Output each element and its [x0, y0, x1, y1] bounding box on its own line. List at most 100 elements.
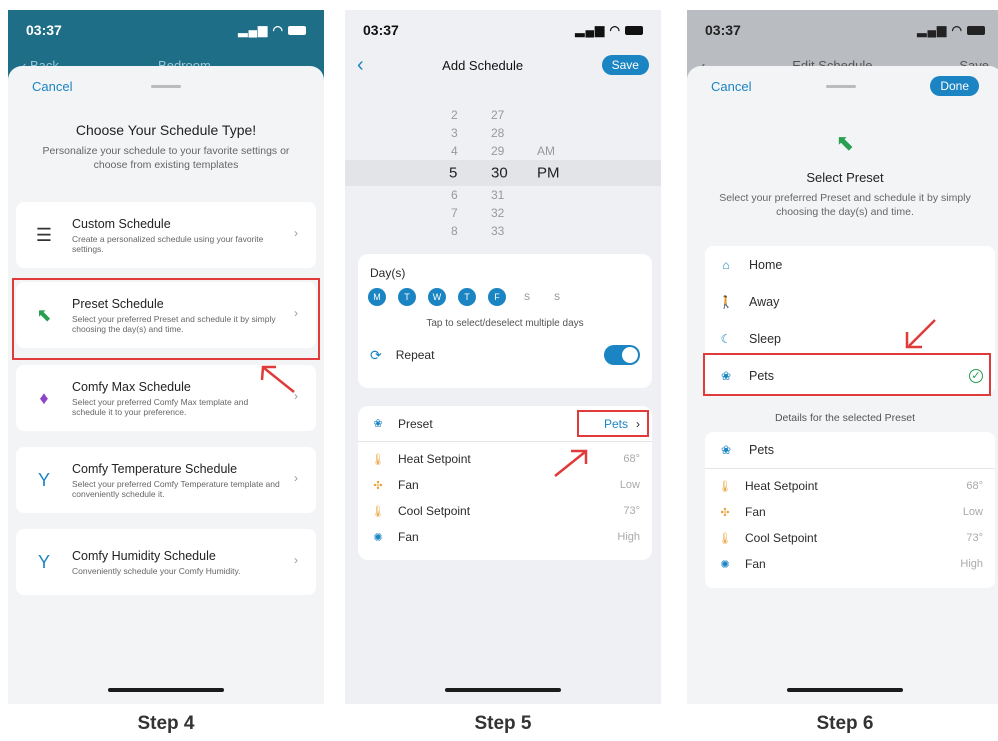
sheet-grabber[interactable]: [825, 84, 856, 88]
day-toggle[interactable]: F: [488, 288, 506, 306]
preset-label: Preset: [398, 416, 433, 431]
page-title: Select Preset: [806, 170, 884, 185]
chevron-right-icon: ›: [294, 471, 298, 485]
day-toggle[interactable]: S: [518, 288, 536, 306]
preset-option-home[interactable]: ⌂ Home: [705, 246, 995, 283]
setting-row: ✣ Fan Low: [358, 472, 652, 498]
step-caption: Step 6: [816, 713, 874, 734]
preset-arrow-icon: ⬉: [835, 130, 855, 155]
fan-icon: ✣: [720, 506, 730, 519]
comfy-humidity-schedule-card[interactable]: Y Comfy Humidity Schedule Conveniently sc…: [16, 529, 316, 595]
back-chevron-icon[interactable]: ‹: [357, 54, 364, 77]
preset-label: Home: [749, 257, 783, 272]
picker-hour: 8: [451, 224, 458, 238]
paw-icon: ❀: [720, 443, 732, 457]
preset-option-sleep[interactable]: ☾ Sleep: [705, 320, 995, 357]
picker-minute: 27: [491, 108, 505, 122]
status-bar: 03:37 ▂▄▆ ◠: [8, 10, 324, 50]
time-picker[interactable]: 2 27 3 28 4 29 AM 5 30 PM 6 31 7 32 8 33: [345, 106, 661, 240]
setting-label: Heat Setpoint: [745, 479, 818, 493]
picker-row[interactable]: 7 32: [345, 204, 661, 222]
picker-row[interactable]: 2 27: [345, 106, 661, 124]
page-subtitle: Personalize your schedule to your favori…: [42, 145, 290, 171]
setting-label: Fan: [398, 478, 419, 492]
setting-row: ✺ Fan High: [705, 551, 995, 577]
page-title: Add Schedule: [442, 57, 524, 73]
clock: 03:37: [363, 22, 399, 38]
page-title: Choose Your Schedule Type!: [75, 122, 257, 138]
picker-ampm: PM: [537, 164, 560, 182]
picker-hour: 5: [449, 164, 458, 182]
days-hint: Tap to select/deselect multiple days: [426, 318, 584, 329]
picker-hour: 7: [451, 206, 458, 220]
fan-icon: ✺: [373, 531, 383, 544]
chevron-right-icon: ›: [294, 553, 298, 567]
clock: 03:37: [705, 22, 741, 38]
save-button[interactable]: Save: [601, 55, 649, 75]
step-caption: Step 4: [137, 713, 195, 734]
picker-row[interactable]: 5 30 PM: [345, 160, 661, 186]
repeat-toggle[interactable]: [604, 345, 640, 365]
highlight-box: [12, 278, 320, 360]
card-title: Comfy Temperature Schedule: [72, 461, 238, 476]
setting-label: Fan: [398, 530, 419, 544]
card-title: Custom Schedule: [72, 216, 171, 231]
signal-wifi-battery-icon: ▂▄▆ ◠: [575, 23, 643, 37]
comfy-figure-icon: ♦: [39, 387, 49, 408]
days-label: Day(s): [370, 266, 406, 280]
setting-label: Cool Setpoint: [398, 504, 471, 518]
setting-row: 🌡 Cool Setpoint 73°: [705, 525, 995, 551]
day-toggle[interactable]: M: [368, 288, 386, 306]
custom-schedule-card[interactable]: ☰ Custom Schedule Create a personalized s…: [16, 202, 316, 268]
day-toggle[interactable]: T: [398, 288, 416, 306]
card-desc: Conveniently schedule your Comfy Humidit…: [72, 565, 241, 576]
setting-value: Low: [619, 479, 640, 491]
picker-row[interactable]: 4 29 AM: [345, 142, 661, 160]
red-arrow-annotation: [260, 365, 295, 393]
day-toggle[interactable]: S: [548, 288, 566, 306]
details-card: ❀ Pets 🌡 Heat Setpoint 68° ✣ Fan Low 🌡 Cool Set…: [705, 432, 995, 588]
preset-option-away[interactable]: 🚶 Away: [705, 283, 995, 320]
picker-row[interactable]: 3 28: [345, 124, 661, 142]
setting-value: Low: [962, 506, 983, 518]
moon-icon: ☾: [720, 331, 732, 346]
card-desc: Select your preferred Comfy Temperature …: [72, 478, 280, 499]
picker-minute: 30: [491, 164, 508, 182]
fan-icon: ✣: [373, 479, 383, 492]
done-button[interactable]: Done: [930, 76, 979, 96]
day-toggle[interactable]: W: [428, 288, 446, 306]
day-selector: MTWTFSS: [358, 288, 652, 306]
day-toggle[interactable]: T: [458, 288, 476, 306]
highlight-box: [703, 353, 991, 396]
status-bar: 03:37 ▂▄▆ ◠: [345, 10, 661, 50]
preset-label: Away: [749, 294, 780, 309]
details-title-row: ❀ Pets: [705, 432, 995, 469]
repeat-icon: ⟳: [370, 346, 382, 363]
cancel-button[interactable]: Cancel: [32, 79, 72, 94]
card-desc: Select your preferred Comfy Max template…: [72, 396, 249, 417]
picker-row[interactable]: 6 31: [345, 186, 661, 204]
home-indicator: [108, 688, 224, 692]
phone-step5: 03:37 ▂▄▆ ◠ ‹ Add Schedule Save 2 27 3 28 4 2…: [345, 10, 661, 704]
picker-minute: 28: [491, 126, 505, 140]
repeat-label: Repeat: [395, 348, 435, 362]
page-subtitle: Select your preferred Preset and schedul…: [719, 192, 971, 218]
setting-label: Cool Setpoint: [745, 531, 818, 545]
setting-row: ✣ Fan Low: [705, 499, 995, 525]
cancel-button[interactable]: Cancel: [711, 79, 751, 94]
paw-icon: ❀: [373, 418, 383, 430]
sheet-grabber[interactable]: [151, 84, 182, 88]
picker-minute: 33: [491, 224, 505, 238]
red-arrow-annotation: [554, 449, 588, 477]
card-title: Comfy Humidity Schedule: [72, 548, 216, 563]
clock: 03:37: [26, 22, 62, 38]
chevron-right-icon: ›: [294, 226, 298, 240]
setting-row: 🌡 Cool Setpoint 73°: [358, 498, 652, 524]
comfy-figure-icon: Y: [37, 551, 50, 572]
picker-ampm: AM: [537, 144, 555, 158]
comfy-temperature-schedule-card[interactable]: Y Comfy Temperature Schedule Select your …: [16, 447, 316, 513]
picker-hour: 6: [451, 188, 458, 202]
picker-row[interactable]: 8 33: [345, 222, 661, 240]
preset-settings-list: 🌡 Heat Setpoint 68° ✣ Fan Low 🌡 Cool Setpoint 73…: [358, 442, 652, 550]
picker-hour: 3: [451, 126, 458, 140]
